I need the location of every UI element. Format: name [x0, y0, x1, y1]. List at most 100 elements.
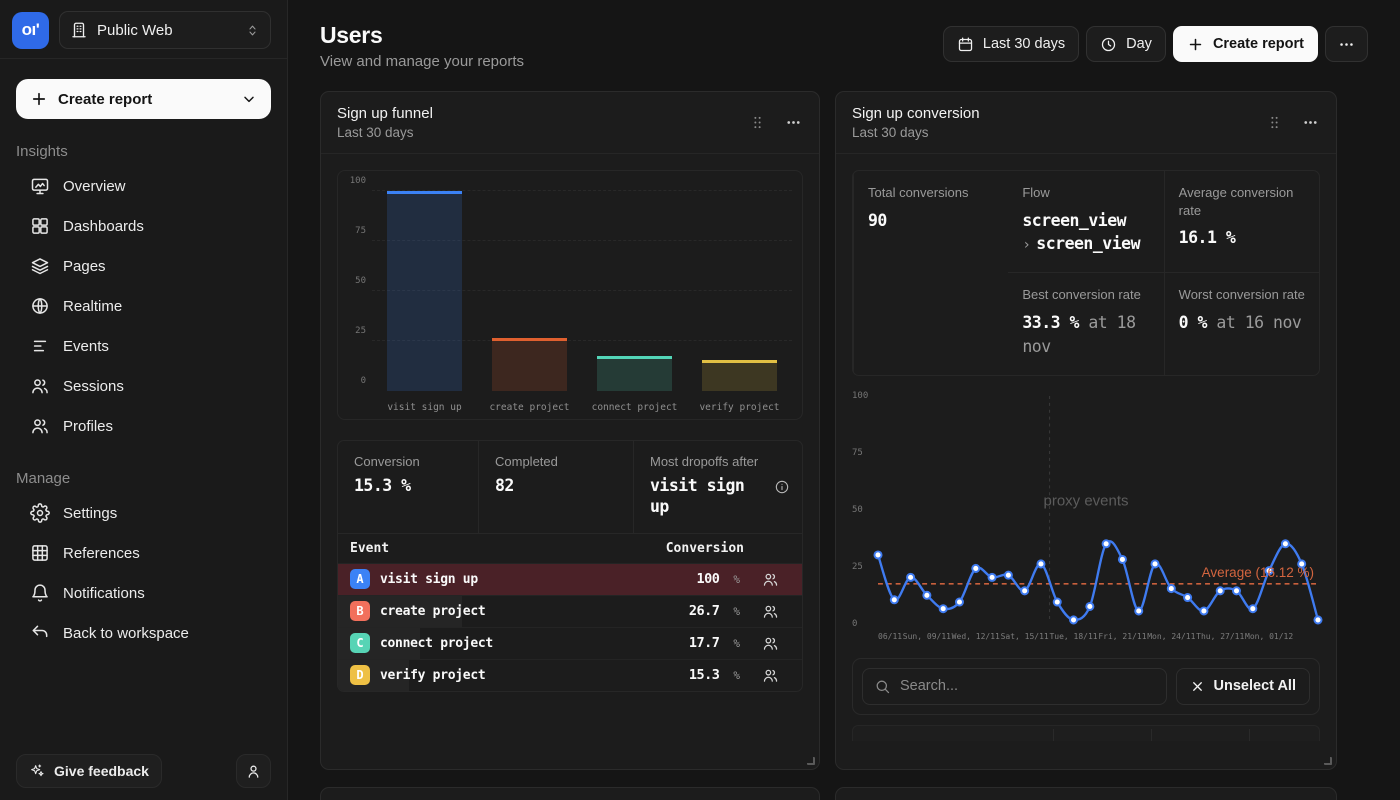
event-conversion-value: 100: [696, 571, 719, 587]
funnel-card-header: Sign up funnel Last 30 days: [321, 92, 819, 154]
event-name: connect project: [380, 636, 679, 651]
funnel-bar-verify-project[interactable]: [702, 360, 778, 391]
sidebar-item-events[interactable]: Events: [0, 326, 287, 366]
x-axis-label: create project: [477, 402, 582, 413]
sidebar-item-label: Notifications: [63, 585, 145, 602]
stat-best-conversion: Best conversion rate 33.3 % at 18 nov: [1008, 272, 1163, 374]
sidebar-item-references[interactable]: References: [0, 533, 287, 573]
profiles-icon: [30, 416, 50, 436]
x-axis-label: Mon, 24/11: [1147, 632, 1195, 641]
settings-icon: [30, 503, 50, 523]
card-resize-handle[interactable]: [1324, 757, 1332, 765]
overview-icon: [30, 176, 50, 196]
header-actions: Last 30 days Day Create report: [943, 26, 1368, 62]
sessions-icon: [30, 376, 50, 396]
funnel-bar-visit-sign-up[interactable]: [387, 191, 463, 391]
sidebar-item-label: Events: [63, 338, 109, 355]
event-row-create-project[interactable]: Bcreate project26.7%: [338, 595, 802, 627]
give-feedback-button[interactable]: Give feedback: [16, 754, 162, 788]
report-cards: Sign up funnel Last 30 days 0255075100vi…: [320, 91, 1400, 770]
percent-sign: %: [733, 573, 740, 586]
y-axis-tick: 50: [852, 505, 863, 515]
sidebar-item-pages[interactable]: Pages: [0, 246, 287, 286]
average-line-label: Average (16.12 %): [1202, 565, 1314, 580]
card-resize-handle[interactable]: [807, 757, 815, 765]
realtime-icon: [30, 296, 50, 316]
unselect-all-button[interactable]: Unselect All: [1176, 668, 1310, 705]
funnel-bar-connect-project[interactable]: [597, 356, 673, 391]
date-range-button[interactable]: Last 30 days: [943, 26, 1079, 62]
x-icon: [1190, 679, 1205, 694]
percent-sign: %: [733, 637, 740, 650]
workspace-row: oı' Public Web: [0, 0, 287, 58]
x-axis-label: Thu, 27/11: [1196, 632, 1244, 641]
page-header: Users View and manage your reports Last …: [320, 22, 1368, 70]
info-icon[interactable]: [774, 479, 790, 495]
percent-sign: %: [733, 669, 740, 682]
stat-average-conversion: Average conversion rate 16.1 %: [1164, 171, 1319, 272]
y-axis-tick: 25: [852, 562, 863, 572]
conversion-card-title: Sign up conversion: [852, 105, 1266, 122]
clock-icon: [1100, 36, 1117, 53]
conversion-card-header: Sign up conversion Last 30 days: [836, 92, 1336, 154]
event-row-verify-project[interactable]: Dverify project15.3%: [338, 659, 802, 691]
sidebar-footer: Give feedback: [16, 754, 271, 788]
conversion-card-body: Flow screen_view ›screen_view Average co…: [836, 154, 1336, 769]
sidebar-item-settings[interactable]: Settings: [0, 493, 287, 533]
card-menu-button[interactable]: [1301, 113, 1320, 132]
funnel-bar-chart: 0255075100visit sign upcreate projectcon…: [337, 170, 803, 420]
search-input[interactable]: [900, 678, 1155, 694]
funnel-stats-table: Conversion 15.3 % Completed 82 Most drop…: [337, 440, 803, 692]
users-icon[interactable]: [750, 603, 790, 620]
sidebar-item-overview[interactable]: Overview: [0, 166, 287, 206]
sidebar-item-sessions[interactable]: Sessions: [0, 366, 287, 406]
event-row-connect-project[interactable]: Cconnect project17.7%: [338, 627, 802, 659]
event-conversion-value: 26.7: [689, 603, 720, 619]
drag-handle-icon[interactable]: [749, 114, 766, 131]
interval-button[interactable]: Day: [1086, 26, 1166, 62]
events-icon: [30, 336, 50, 356]
funnel-bar-create-project[interactable]: [492, 338, 568, 391]
create-report-button[interactable]: Create report: [1173, 26, 1318, 62]
y-axis-tick: 50: [355, 276, 366, 286]
event-badge: D: [350, 665, 370, 685]
building-icon: [70, 21, 88, 39]
partial-card: [320, 787, 820, 800]
x-axis-label: Fri, 21/11: [1098, 632, 1146, 641]
event-table-header: Event Conversion: [338, 533, 802, 563]
sidebar-item-dashboards[interactable]: Dashboards: [0, 206, 287, 246]
profile-button[interactable]: [236, 754, 271, 788]
sidebar-create-report-button[interactable]: Create report: [16, 79, 271, 119]
series-toolbar: Unselect All: [852, 658, 1320, 715]
sidebar-item-label: Sessions: [63, 378, 124, 395]
chevrons-updown-icon: [245, 23, 260, 38]
sidebar-item-realtime[interactable]: Realtime: [0, 286, 287, 326]
sidebar-nav: Insights OverviewDashboardsPagesRealtime E…: [0, 119, 287, 653]
back-icon: [30, 623, 50, 643]
drag-handle-icon[interactable]: [1266, 114, 1283, 131]
more-options-button[interactable]: [1325, 26, 1368, 62]
funnel-card-title: Sign up funnel: [337, 105, 749, 122]
event-name: create project: [380, 604, 679, 619]
cutoff-series-table: [852, 725, 1320, 741]
card-menu-button[interactable]: [784, 113, 803, 132]
sidebar-item-label: Back to workspace: [63, 625, 189, 642]
users-icon[interactable]: [750, 635, 790, 652]
search-icon: [874, 678, 891, 695]
users-icon[interactable]: [750, 571, 790, 588]
workspace-selector[interactable]: Public Web: [59, 11, 271, 49]
x-axis-label: Sun, 09/11: [903, 632, 951, 641]
x-axis-label: Wed, 12/11: [952, 632, 1000, 641]
x-axis-label: Sat, 15/11: [1001, 632, 1049, 641]
y-axis-tick: 75: [355, 226, 366, 236]
x-axis-label: connect project: [582, 402, 687, 413]
section-label-insights: Insights: [0, 143, 287, 160]
x-axis-label: visit sign up: [372, 402, 477, 413]
sidebar-item-profiles[interactable]: Profiles: [0, 406, 287, 446]
event-row-visit-sign-up[interactable]: Avisit sign up100%: [338, 563, 802, 595]
sidebar-item-back-to-workspace[interactable]: Back to workspace: [0, 613, 287, 653]
event-badge: A: [350, 569, 370, 589]
sidebar-item-notifications[interactable]: Notifications: [0, 573, 287, 613]
users-icon[interactable]: [750, 667, 790, 684]
stat-completed: Completed 82: [478, 441, 633, 533]
